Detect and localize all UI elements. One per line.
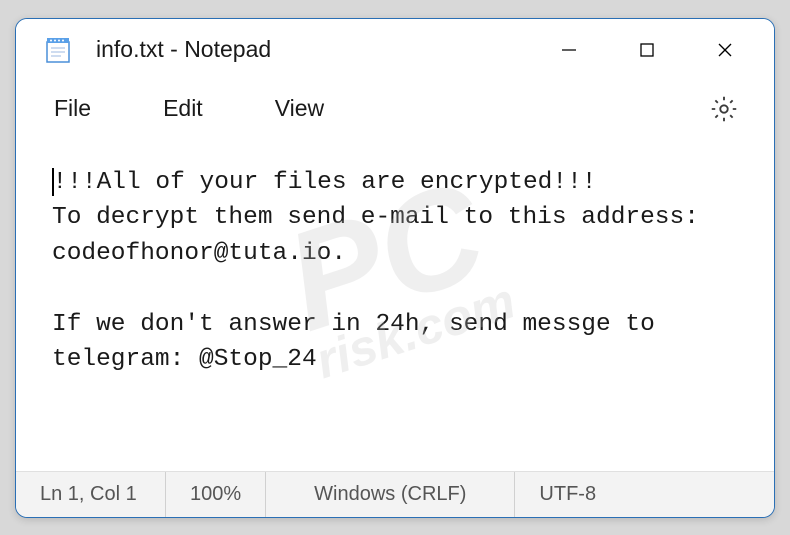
maximize-button[interactable] [608,19,686,81]
status-encoding: UTF-8 [515,472,620,517]
text-content-line: To decrypt them send e-mail to this addr… [52,200,738,271]
settings-button[interactable] [702,87,746,131]
notepad-icon [42,34,74,66]
text-editor[interactable]: !!!All of your files are encrypted!!! To… [16,137,774,471]
text-content-line: If we don't answer in 24h, send messge t… [52,307,738,378]
statusbar: Ln 1, Col 1 100% Windows (CRLF) UTF-8 [16,471,774,517]
status-zoom[interactable]: 100% [166,472,266,517]
text-content-line: !!!All of your files are encrypted!!! [53,169,597,196]
menu-view[interactable]: View [265,89,334,128]
minimize-button[interactable] [530,19,608,81]
menu-file[interactable]: File [44,89,101,128]
notepad-window: PC risk.com info.txt - Notepad [15,18,775,518]
menu-edit[interactable]: Edit [153,89,213,128]
window-controls [530,19,764,81]
window-title: info.txt - Notepad [96,36,530,63]
menubar: File Edit View [16,81,774,137]
status-line-ending: Windows (CRLF) [266,472,515,517]
close-button[interactable] [686,19,764,81]
status-cursor-position: Ln 1, Col 1 [16,472,166,517]
titlebar: info.txt - Notepad [16,19,774,81]
